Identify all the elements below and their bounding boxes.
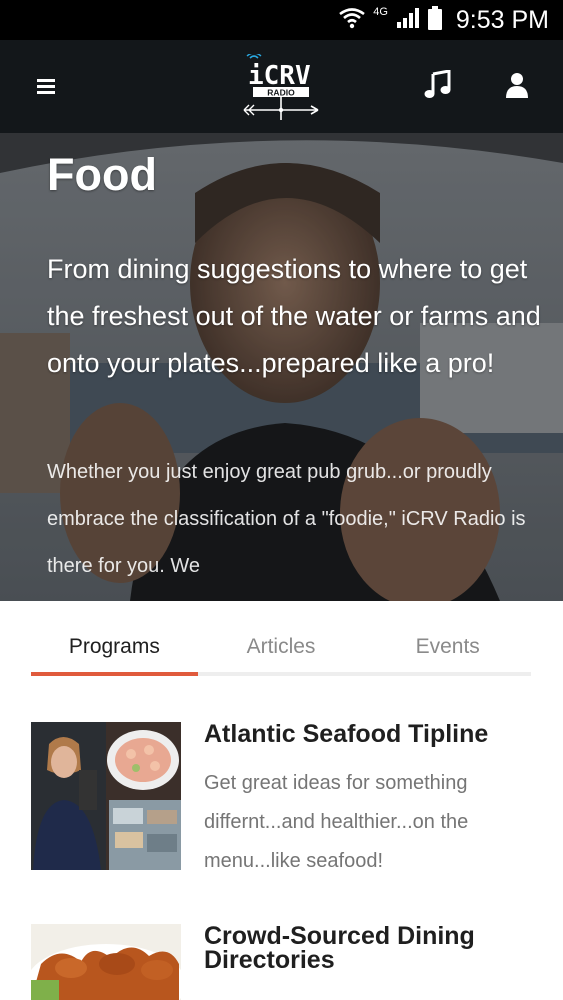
user-icon[interactable] xyxy=(504,71,530,99)
status-bar: 4G 9:53 PM xyxy=(0,0,563,40)
program-thumbnail[interactable] xyxy=(31,722,181,870)
signal-icon xyxy=(396,7,420,34)
hero-banner: Food From dining suggestions to where to… xyxy=(0,133,563,601)
status-time: 9:53 PM xyxy=(455,5,549,34)
content-tabs: Programs Articles Events xyxy=(31,620,531,676)
list-item[interactable]: Atlantic Seafood Tipline Get great ideas… xyxy=(31,722,531,872)
hamburger-menu-icon[interactable] xyxy=(34,74,60,98)
logo-text: iCRV xyxy=(248,61,311,91)
program-description: Get great ideas for something differnt..… xyxy=(204,772,469,872)
tab-programs[interactable]: Programs xyxy=(31,620,198,676)
music-note-icon[interactable] xyxy=(424,69,452,100)
tab-articles[interactable]: Articles xyxy=(198,620,365,672)
icrv-radio-logo[interactable]: iCRV RADIO xyxy=(240,52,322,120)
list-item[interactable]: Crowd-Sourced Dining Directories xyxy=(31,924,531,1000)
logo-subtext: RADIO xyxy=(267,88,295,98)
hero-body-text: Whether you just enjoy great pub grub...… xyxy=(47,461,526,577)
program-thumbnail[interactable] xyxy=(31,924,181,1000)
app-header: iCRV RADIO xyxy=(0,40,563,133)
wifi-icon xyxy=(339,7,365,34)
status-icons: 4G 9:53 PM xyxy=(339,0,549,40)
battery-icon xyxy=(427,5,442,35)
network-type-label: 4G xyxy=(373,6,388,18)
hero-subtitle: From dining suggestions to where to get … xyxy=(47,254,541,378)
page-title: Food xyxy=(47,149,157,200)
program-title[interactable]: Crowd-Sourced Dining Directories xyxy=(204,924,524,973)
tab-events[interactable]: Events xyxy=(364,620,531,672)
program-title[interactable]: Atlantic Seafood Tipline xyxy=(204,722,524,747)
